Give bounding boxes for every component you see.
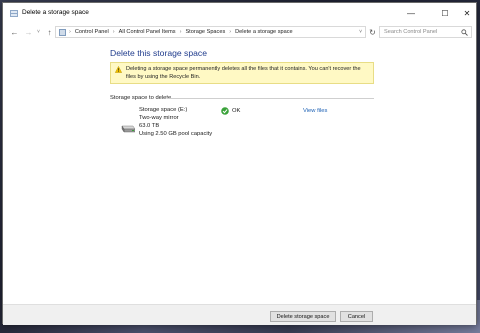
recent-locations-button[interactable]: ˅ — [33, 26, 44, 38]
storage-space-size: 63.0 TB — [139, 123, 160, 129]
control-panel-icon — [59, 29, 66, 36]
storage-spaces-icon — [10, 10, 18, 17]
breadcrumb-all-items[interactable]: All Control Panel Items — [119, 29, 176, 35]
search-icon[interactable] — [461, 29, 468, 36]
title-bar: Delete a storage space — ☐ ✕ — [3, 3, 476, 24]
breadcrumb: › Control Panel › All Control Panel Item… — [69, 29, 293, 35]
warning-banner: Deleting a storage space permanently del… — [110, 62, 374, 84]
window-title: Delete a storage space — [22, 9, 89, 16]
delete-storage-space-button[interactable]: Delete storage space — [270, 311, 336, 322]
storage-space-type: Two-way mirror — [139, 115, 179, 121]
cancel-button[interactable]: Cancel — [340, 311, 373, 322]
maximize-button[interactable]: ☐ — [434, 3, 456, 24]
page-title: Delete this storage space — [110, 48, 207, 58]
storage-space-name: Storage space (E:) — [139, 107, 188, 113]
view-files-link[interactable]: View files — [303, 108, 327, 114]
control-panel-window: Delete a storage space — ☐ ✕ ← → ˅ ↑ › C… — [2, 2, 477, 325]
warning-text: Deleting a storage space permanently del… — [126, 66, 361, 80]
up-button[interactable]: ↑ — [44, 26, 55, 38]
close-button[interactable]: ✕ — [456, 3, 478, 24]
section-divider — [167, 98, 374, 99]
address-dropdown-button[interactable]: ˅ — [359, 29, 362, 35]
back-button[interactable]: ← — [9, 26, 20, 38]
address-bar[interactable]: › Control Panel › All Control Panel Item… — [55, 26, 366, 38]
search-box — [379, 26, 472, 38]
storage-space-usage: Using 2.50 GB pool capacity — [139, 131, 213, 137]
search-input[interactable] — [380, 27, 471, 37]
breadcrumb-separator: › — [179, 29, 182, 35]
ok-check-icon — [221, 107, 229, 115]
minimize-button[interactable]: — — [400, 3, 422, 24]
status-text: OK — [232, 108, 241, 114]
breadcrumb-separator: › — [69, 29, 71, 35]
drive-icon — [121, 125, 135, 133]
breadcrumb-control-panel[interactable]: Control Panel — [75, 29, 109, 35]
footer-bar: Delete storage space Cancel — [3, 304, 476, 325]
breadcrumb-separator: › — [229, 29, 232, 35]
warning-icon — [115, 66, 122, 73]
breadcrumb-separator: › — [112, 29, 115, 35]
breadcrumb-delete-storage-space[interactable]: Delete a storage space — [235, 29, 293, 35]
refresh-button[interactable]: ↻ — [367, 26, 378, 38]
section-label: Storage space to delete — [110, 95, 172, 101]
address-row: ← → ˅ ↑ › Control Panel › All Control Pa… — [3, 24, 476, 40]
breadcrumb-storage-spaces[interactable]: Storage Spaces — [185, 29, 225, 35]
